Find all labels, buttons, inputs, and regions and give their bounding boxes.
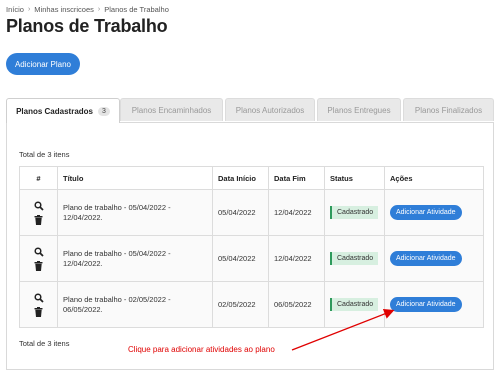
total-items-top: Total de 3 itens: [19, 150, 70, 159]
status-badge: Cadastrado: [330, 298, 379, 311]
plan-start-date: 05/04/2022: [212, 235, 269, 282]
magnifier-icon[interactable]: [33, 200, 44, 211]
column-header-start: Data Início: [212, 166, 269, 190]
tab-planos-autorizados[interactable]: Planos Autorizados: [225, 98, 315, 121]
add-plan-button[interactable]: Adicionar Plano: [6, 53, 80, 75]
annotation-text: Clique para adicionar atividades ao plan…: [128, 345, 275, 354]
column-header-title: Título: [57, 166, 213, 190]
column-header-status: Status: [324, 166, 385, 190]
column-header-index: #: [19, 166, 58, 190]
status-badge: Cadastrado: [330, 206, 379, 219]
total-items-bottom: Total de 3 itens: [19, 339, 70, 348]
plan-start-date: 02/05/2022: [212, 281, 269, 328]
tab-label: Planos Finalizados: [414, 105, 483, 115]
breadcrumb-separator-icon: ›: [27, 6, 31, 13]
magnifier-icon[interactable]: [33, 246, 44, 257]
actions-cell: Adicionar Atividade: [384, 281, 484, 328]
plans-panel: Total de 3 itens # Título Data Início Da…: [6, 122, 494, 370]
breadcrumb-home[interactable]: Início: [6, 5, 24, 14]
status-cell: Cadastrado: [324, 281, 385, 328]
actions-cell: Adicionar Atividade: [384, 235, 484, 282]
table-row: Plano de trabalho - 02/05/2022 - 06/05/2…: [19, 281, 484, 328]
breadcrumb-separator-icon: ›: [97, 6, 101, 13]
add-activity-button[interactable]: Adicionar Atividade: [390, 297, 462, 312]
tab-label: Planos Autorizados: [235, 105, 305, 115]
actions-cell: Adicionar Atividade: [384, 189, 484, 236]
add-activity-button[interactable]: Adicionar Atividade: [390, 205, 462, 220]
add-activity-button[interactable]: Adicionar Atividade: [390, 251, 462, 266]
tab-label: Planos Entregues: [327, 105, 391, 115]
tab-planos-cadastrados[interactable]: Planos Cadastrados 3: [6, 98, 120, 123]
plan-start-date: 05/04/2022: [212, 189, 269, 236]
table-row: Plano de trabalho - 05/04/2022 - 12/04/2…: [19, 189, 484, 236]
row-icons: [19, 189, 58, 236]
magnifier-icon[interactable]: [33, 292, 44, 303]
trash-icon[interactable]: [34, 260, 43, 271]
plan-end-date: 12/04/2022: [268, 235, 325, 282]
trash-icon[interactable]: [34, 214, 43, 225]
column-header-actions: Ações: [384, 166, 484, 190]
tab-planos-encaminhados[interactable]: Planos Encaminhados: [120, 98, 223, 121]
tab-label: Planos Cadastrados: [16, 106, 93, 116]
count-badge: 3: [98, 106, 110, 116]
row-icons: [19, 281, 58, 328]
plans-table: # Título Data Início Data Fim Status Açõ…: [19, 166, 484, 328]
page-title: Planos de Trabalho: [6, 16, 168, 36]
tab-label: Planos Encaminhados: [131, 105, 212, 115]
trash-icon[interactable]: [34, 306, 43, 317]
row-icons: [19, 235, 58, 282]
status-badge: Cadastrado: [330, 252, 379, 265]
breadcrumb: Início › Minhas inscricoes › Planos de T…: [6, 5, 169, 14]
breadcrumb-current: Planos de Trabalho: [104, 5, 169, 14]
table-header-row: # Título Data Início Data Fim Status Açõ…: [19, 166, 484, 190]
tab-planos-entregues[interactable]: Planos Entregues: [317, 98, 401, 121]
tab-planos-finalizados[interactable]: Planos Finalizados: [403, 98, 494, 121]
plan-title: Plano de trabalho - 05/04/2022 - 12/04/2…: [57, 235, 213, 282]
plan-title: Plano de trabalho - 05/04/2022 - 12/04/2…: [57, 189, 213, 236]
table-row: Plano de trabalho - 05/04/2022 - 12/04/2…: [19, 235, 484, 282]
breadcrumb-inscricoes[interactable]: Minhas inscricoes: [34, 5, 94, 14]
status-cell: Cadastrado: [324, 235, 385, 282]
plan-title: Plano de trabalho - 02/05/2022 - 06/05/2…: [57, 281, 213, 328]
status-cell: Cadastrado: [324, 189, 385, 236]
plan-end-date: 06/05/2022: [268, 281, 325, 328]
column-header-end: Data Fim: [268, 166, 325, 190]
tab-bar: Planos Cadastrados 3 Planos Encaminhados…: [6, 98, 494, 123]
plan-end-date: 12/04/2022: [268, 189, 325, 236]
